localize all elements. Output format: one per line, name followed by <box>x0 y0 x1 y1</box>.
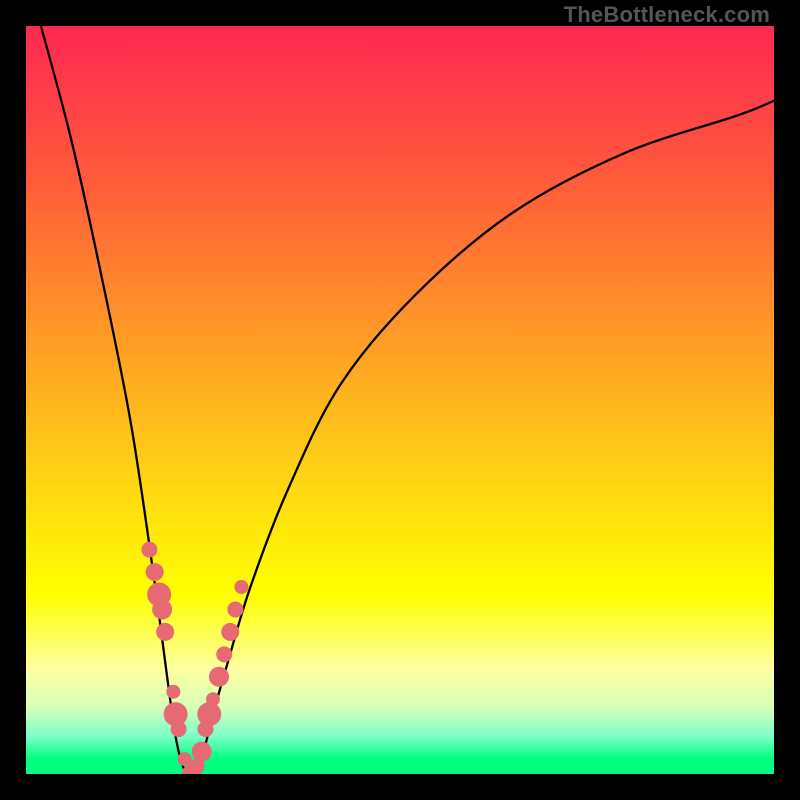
sample-point[interactable] <box>152 599 172 619</box>
plot-area <box>26 26 774 774</box>
sample-point[interactable] <box>146 563 164 581</box>
sample-point[interactable] <box>206 692 220 706</box>
sample-points-group <box>141 542 248 774</box>
sample-point[interactable] <box>171 721 187 737</box>
bottleneck-curve <box>41 26 774 774</box>
sample-point[interactable] <box>156 623 174 641</box>
chart-svg <box>26 26 774 774</box>
sample-point[interactable] <box>221 623 239 641</box>
sample-point[interactable] <box>166 685 180 699</box>
sample-point[interactable] <box>197 702 221 726</box>
sample-point[interactable] <box>234 580 248 594</box>
sample-point[interactable] <box>192 742 212 762</box>
sample-point[interactable] <box>216 646 232 662</box>
sample-point[interactable] <box>227 601 243 617</box>
sample-point[interactable] <box>141 542 157 558</box>
sample-point[interactable] <box>209 667 229 687</box>
